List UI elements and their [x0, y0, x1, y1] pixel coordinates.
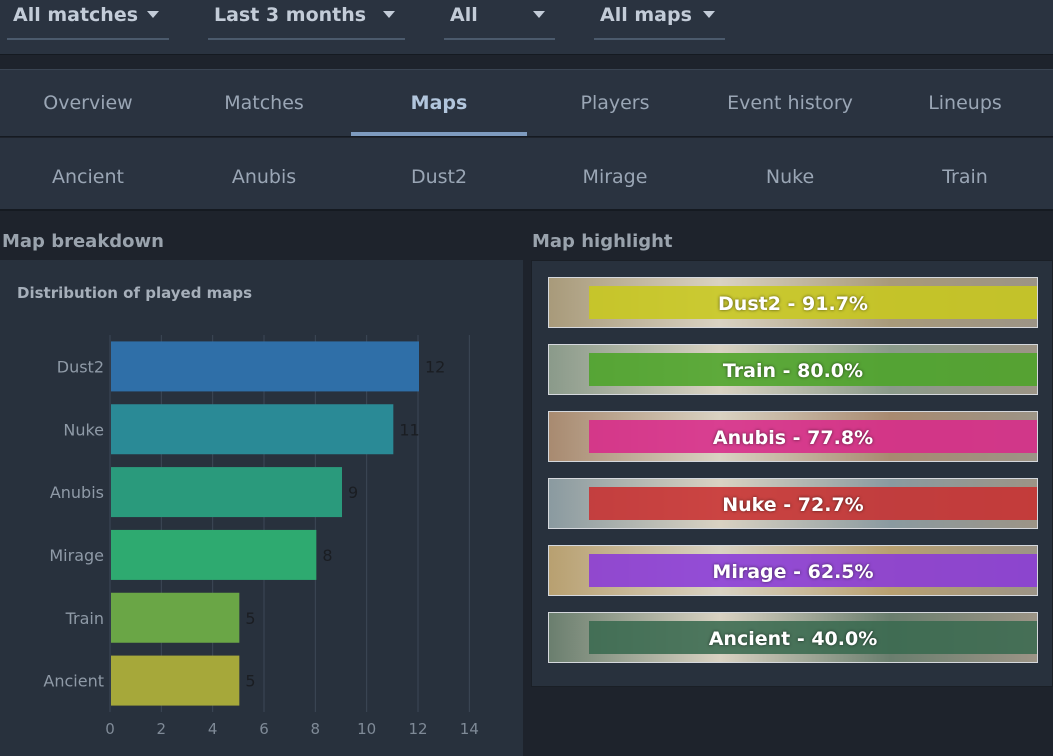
y-tick-label: Anubis — [50, 483, 104, 502]
event-filter[interactable]: All — [444, 0, 555, 40]
map-highlight-item[interactable]: Mirage - 62.5% — [548, 545, 1038, 596]
chevron-down-icon — [147, 11, 159, 18]
map-tab-anubis[interactable]: Anubis — [176, 138, 352, 211]
map-highlight-label: Train - 80.0% — [722, 360, 864, 382]
maps-filter-label: All maps — [600, 4, 692, 26]
tab-players[interactable]: Players — [527, 70, 703, 136]
chevron-down-icon — [703, 11, 715, 18]
map-highlight-item[interactable]: Anubis - 77.8% — [548, 411, 1038, 462]
main-nav: Overview Matches Maps Players Event hist… — [0, 69, 1053, 137]
map-highlight-item[interactable]: Ancient - 40.0% — [548, 612, 1038, 663]
map-distribution-chart: 0 2 4 6 8 10 12 14 Dust2 12 Nuke 11 Anubis 9 Mirage 8 Tr… — [43, 335, 479, 738]
match-type-filter-label: All matches — [13, 4, 139, 26]
bar-train[interactable] — [111, 592, 240, 643]
chart-title: Distribution of played maps — [17, 284, 253, 302]
bar-value-label: 5 — [245, 672, 255, 691]
map-highlight-label: Nuke - 72.7% — [722, 494, 864, 516]
bar-value-label: 5 — [245, 609, 255, 628]
chevron-down-icon — [533, 11, 545, 18]
map-highlight-panel: Dust2 - 91.7% Train - 80.0% Anubis - 77.8%… — [531, 260, 1053, 687]
bar-value-label: 8 — [322, 546, 332, 565]
map-tab-ancient[interactable]: Ancient — [0, 138, 176, 211]
y-tick-label: Ancient — [43, 672, 104, 691]
map-tab-mirage[interactable]: Mirage — [527, 138, 703, 211]
bar-value-label: 12 — [425, 357, 445, 376]
bar-mirage[interactable] — [111, 529, 317, 580]
tab-event-history[interactable]: Event history — [702, 70, 878, 136]
map-highlight-label: Ancient - 40.0% — [708, 628, 878, 650]
map-tab-train[interactable]: Train — [877, 138, 1053, 211]
bar-dust2[interactable] — [111, 341, 419, 392]
y-tick-label: Dust2 — [57, 357, 104, 376]
bar-anubis[interactable] — [111, 467, 342, 518]
x-tick-label: 10 — [357, 720, 376, 738]
tab-matches[interactable]: Matches — [176, 70, 352, 136]
map-highlight-label: Mirage - 62.5% — [712, 561, 874, 583]
tab-lineups[interactable]: Lineups — [877, 70, 1053, 136]
match-type-filter[interactable]: All matches — [7, 0, 169, 40]
map-breakdown-panel: 0 2 4 6 8 10 12 14 Dust2 12 Nuke 11 Anubis 9 Mirage 8 Tr… — [0, 260, 523, 756]
tab-maps[interactable]: Maps — [351, 70, 527, 136]
tab-overview[interactable]: Overview — [0, 70, 176, 136]
bar-ancient[interactable] — [111, 655, 240, 706]
map-highlight-item[interactable]: Train - 80.0% — [548, 344, 1038, 395]
map-tab-nuke[interactable]: Nuke — [702, 138, 878, 211]
x-tick-label: 0 — [105, 720, 115, 738]
time-range-filter[interactable]: Last 3 months — [208, 0, 405, 40]
x-tick-label: 8 — [311, 720, 321, 738]
map-nav: Ancient Anubis Dust2 Mirage Nuke Train — [0, 138, 1053, 211]
map-highlight-title: Map highlight — [532, 231, 673, 252]
bar-value-label: 9 — [348, 483, 358, 502]
x-tick-label: 2 — [157, 720, 167, 738]
filter-bar: All matches Last 3 months All All maps — [0, 0, 1053, 55]
x-tick-label: 4 — [208, 720, 218, 738]
y-tick-label: Train — [65, 609, 104, 628]
map-highlight-label: Dust2 - 91.7% — [718, 293, 868, 315]
x-tick-label: 12 — [408, 720, 427, 738]
bar-value-label: 11 — [399, 420, 419, 439]
maps-filter[interactable]: All maps — [594, 0, 725, 40]
map-highlight-label: Anubis - 77.8% — [712, 427, 874, 449]
x-tick-label: 6 — [259, 720, 269, 738]
map-breakdown-title: Map breakdown — [2, 231, 164, 252]
time-range-filter-label: Last 3 months — [214, 4, 367, 26]
y-tick-label: Nuke — [63, 420, 104, 439]
event-filter-label: All — [450, 4, 478, 26]
bar-nuke[interactable] — [111, 404, 394, 455]
chevron-down-icon — [383, 11, 395, 18]
map-tab-dust2[interactable]: Dust2 — [351, 138, 527, 211]
map-highlight-item[interactable]: Dust2 - 91.7% — [548, 277, 1038, 328]
y-tick-label: Mirage — [49, 546, 104, 565]
map-highlight-item[interactable]: Nuke - 72.7% — [548, 478, 1038, 529]
x-tick-label: 14 — [460, 720, 479, 738]
